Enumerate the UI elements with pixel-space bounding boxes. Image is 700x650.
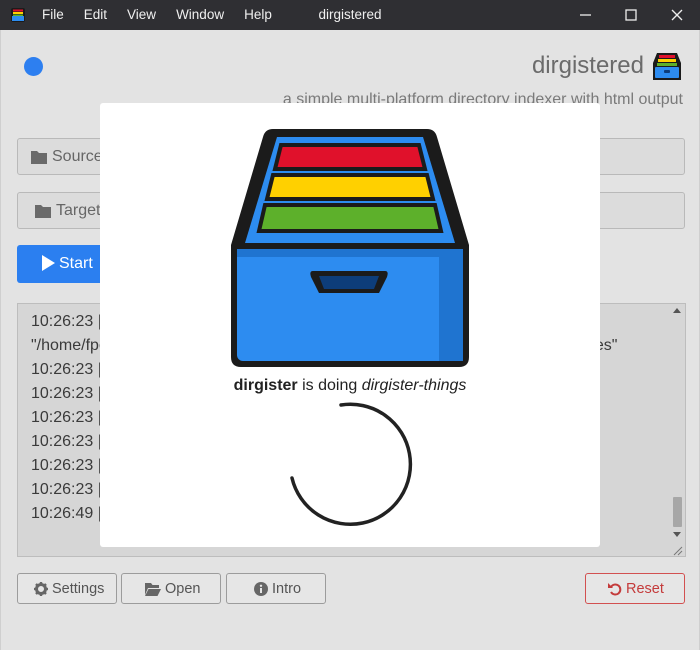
play-icon bbox=[42, 255, 55, 271]
log-line: 10:26:23 | bbox=[31, 433, 102, 450]
folder-icon bbox=[35, 205, 51, 218]
open-button[interactable]: Open bbox=[121, 573, 221, 604]
settings-label: Settings bbox=[52, 581, 105, 597]
log-line: 10:26:23 | bbox=[31, 385, 102, 402]
file-drawer-logo-icon bbox=[231, 129, 469, 367]
app-name-bold: dirgister bbox=[233, 377, 298, 394]
undo-icon bbox=[608, 583, 622, 596]
folder-open-icon bbox=[145, 583, 161, 596]
app-logo-icon bbox=[653, 53, 681, 80]
maximize-icon[interactable] bbox=[616, 0, 646, 30]
log-line: 10:26:23 | bbox=[31, 409, 102, 426]
open-label: Open bbox=[165, 581, 201, 597]
intro-label: Intro bbox=[272, 581, 302, 597]
log-line: "/home/fpo bbox=[31, 337, 108, 354]
close-icon[interactable] bbox=[662, 0, 692, 30]
loading-modal: dirgister is doing dirgister-things bbox=[100, 103, 600, 547]
reset-button[interactable]: Reset bbox=[585, 573, 685, 604]
loading-caption: dirgister is doing dirgister-things bbox=[100, 377, 600, 395]
scroll-up-icon[interactable] bbox=[672, 307, 682, 315]
scroll-down-icon[interactable] bbox=[672, 530, 682, 538]
log-line: 10:26:23 | bbox=[31, 313, 102, 330]
app-name: dirgistered bbox=[531, 52, 644, 79]
folder-icon bbox=[31, 151, 47, 164]
log-line: 10:26:23 | bbox=[31, 481, 102, 498]
caption-middle: is doing bbox=[302, 377, 358, 394]
target-label: Target bbox=[56, 202, 101, 219]
settings-button[interactable]: Settings bbox=[17, 573, 117, 604]
start-label: Start bbox=[59, 255, 93, 272]
title-bar: File Edit View Window Help dirgistered bbox=[0, 0, 700, 30]
intro-button[interactable]: Intro bbox=[226, 573, 326, 604]
log-scrollbar[interactable] bbox=[669, 304, 685, 556]
log-line: 10:26:23 | bbox=[31, 457, 102, 474]
loading-spinner-icon bbox=[290, 402, 413, 526]
activity-text: dirgister-things bbox=[361, 377, 467, 394]
scroll-thumb[interactable] bbox=[673, 497, 682, 527]
log-line: 10:26:23 | bbox=[31, 361, 102, 378]
info-icon bbox=[254, 582, 268, 596]
minimize-icon[interactable] bbox=[570, 0, 600, 30]
gear-icon bbox=[34, 582, 48, 596]
source-label: Source bbox=[52, 148, 103, 165]
status-indicator bbox=[24, 57, 43, 76]
reset-label: Reset bbox=[626, 581, 664, 597]
log-line: 10:26:49 | bbox=[31, 505, 102, 522]
resize-grip-icon[interactable] bbox=[671, 544, 683, 556]
